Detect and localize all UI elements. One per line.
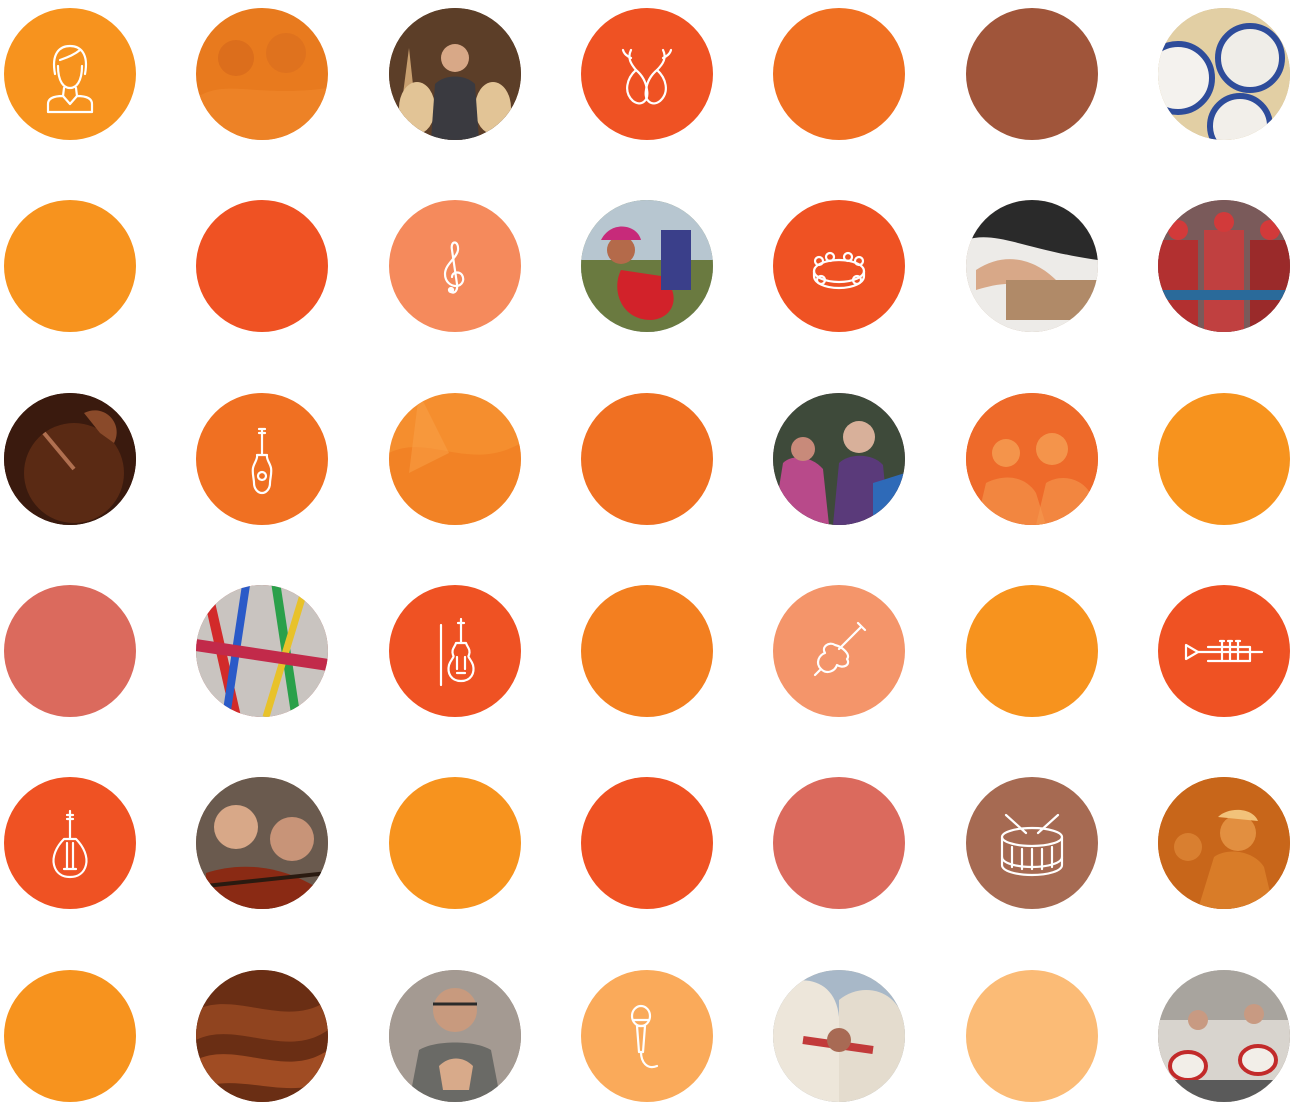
color-tile[interactable] <box>965 8 1098 140</box>
color-tile[interactable] <box>580 777 713 910</box>
photo-tile[interactable] <box>1157 969 1290 1102</box>
photo-tile[interactable] <box>773 969 906 1102</box>
photo-tile[interactable] <box>965 392 1098 525</box>
photo-tile[interactable] <box>1157 200 1290 333</box>
color-tile[interactable] <box>388 777 521 910</box>
photo-tile[interactable] <box>4 392 136 525</box>
photo-tile[interactable] <box>388 969 521 1102</box>
instrument-tile-cello[interactable] <box>773 584 906 717</box>
color-tile[interactable] <box>773 8 906 140</box>
color-tile[interactable] <box>965 584 1098 717</box>
instrument-tile-woman-avatar[interactable] <box>4 8 136 140</box>
photo-tile[interactable] <box>196 8 329 140</box>
color-tile[interactable] <box>1157 392 1290 525</box>
color-tile[interactable] <box>773 777 906 910</box>
photo-tile[interactable] <box>196 969 329 1102</box>
color-tile[interactable] <box>580 584 713 717</box>
photo-tile[interactable] <box>196 777 329 910</box>
photo-tile[interactable] <box>773 392 906 525</box>
color-tile[interactable] <box>580 392 713 525</box>
instrument-tile-treble-clef[interactable] <box>388 200 521 333</box>
color-tile[interactable] <box>4 969 136 1102</box>
instrument-tile-microphone[interactable] <box>580 969 713 1102</box>
instrument-tile-guitar[interactable] <box>196 392 329 525</box>
instrument-tile-mandolin[interactable] <box>4 777 136 910</box>
photo-tile[interactable] <box>580 200 713 333</box>
instrument-tile-tambourine[interactable] <box>773 200 906 333</box>
color-tile[interactable] <box>965 969 1098 1102</box>
media-circle-grid <box>0 0 1295 1102</box>
photo-tile[interactable] <box>196 584 329 717</box>
instrument-tile-drum[interactable] <box>965 777 1098 910</box>
photo-tile[interactable] <box>1157 777 1290 910</box>
photo-tile[interactable] <box>388 392 521 525</box>
color-tile[interactable] <box>4 584 136 717</box>
instrument-tile-violin[interactable] <box>388 584 521 717</box>
instrument-tile-castanets[interactable] <box>580 8 713 140</box>
color-tile[interactable] <box>196 200 329 333</box>
photo-tile[interactable] <box>388 8 521 140</box>
photo-tile[interactable] <box>1157 8 1290 140</box>
instrument-tile-trumpet[interactable] <box>1157 584 1290 717</box>
color-tile[interactable] <box>4 200 136 333</box>
photo-tile[interactable] <box>965 200 1098 333</box>
